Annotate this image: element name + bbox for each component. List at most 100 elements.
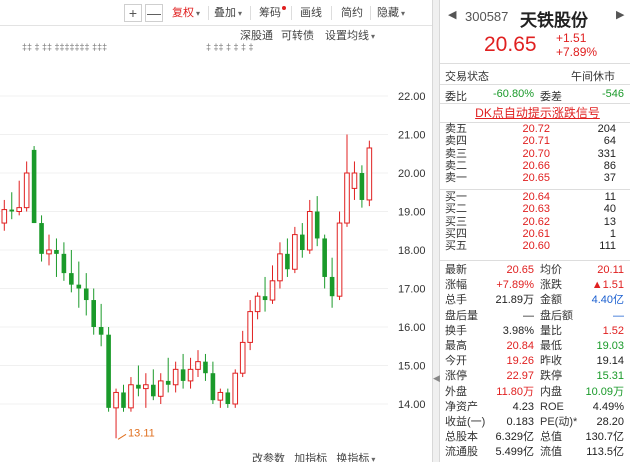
stat-value: 21.89万 <box>495 294 534 307</box>
candle-body <box>121 392 126 408</box>
candle <box>121 384 126 412</box>
candle-body <box>292 234 298 270</box>
level-label: 卖五 <box>445 123 467 135</box>
chips-button[interactable]: 筹码 <box>259 4 286 22</box>
candle-body <box>314 211 320 239</box>
bid-row[interactable]: 买三 20.62 13 <box>440 215 630 229</box>
candle <box>69 250 74 293</box>
ask-row[interactable]: 卖四 20.71 64 <box>440 136 630 148</box>
panel-splitter[interactable]: ◀ <box>432 0 440 462</box>
bid-row[interactable]: 买一 20.64 11 <box>440 191 630 204</box>
ask-row[interactable]: 卖一 20.65 37 <box>440 173 630 185</box>
candle-body <box>247 311 253 343</box>
ask-row[interactable]: 卖二 20.66 86 <box>440 160 630 173</box>
level-label: 卖四 <box>445 135 467 148</box>
stat-label: 换手 <box>445 324 467 337</box>
dk-signal-link[interactable]: DK点自动提示涨跌信号 <box>450 106 625 121</box>
draw-line-button[interactable]: 画线 <box>300 4 322 22</box>
candle-body <box>239 341 246 374</box>
candle-body <box>61 253 67 274</box>
candle <box>344 134 350 227</box>
switch-indicator-link[interactable]: 换指标 ▾ <box>336 453 375 462</box>
price-change: +1.51 <box>556 31 587 45</box>
add-indicator-link[interactable]: 加指标 <box>294 453 327 462</box>
ask-row[interactable]: 卖三 20.70 331 <box>440 147 630 161</box>
candle <box>285 238 290 277</box>
toolbar-divider <box>208 6 209 20</box>
ask-row[interactable]: 卖五 20.72 204 <box>440 123 630 136</box>
weicha-label: 委差 <box>540 91 562 103</box>
candle <box>262 276 268 312</box>
fuquan-dropdown[interactable]: 复权 ▾ <box>172 4 200 22</box>
overlay-dropdown[interactable]: 叠加 ▾ <box>214 4 242 22</box>
stat-value: 19.26 <box>506 355 534 368</box>
chevron-down-icon: ▾ <box>238 9 243 18</box>
stat-row: 盘后量 — 盘后额 — <box>440 309 630 324</box>
stat-label: 最低 <box>540 340 562 352</box>
price-change-block: +1.51 +7.89% <box>556 31 597 59</box>
zoom-out-button[interactable]: — <box>145 4 163 22</box>
switch-indicator-label: 换指标 <box>336 453 370 462</box>
candle <box>98 303 104 347</box>
stat-label: 涨停 <box>445 370 467 383</box>
toolbar-divider <box>291 6 292 20</box>
candlestick-chart[interactable]: ‡‡ ‡ ‡‡ ‡‡‡‡‡‡‡ ‡‡‡ ‡ ‡‡ ‡ ‡ ‡ ‡ 22.00 21… <box>0 26 432 450</box>
candle <box>151 369 156 401</box>
candle-body <box>329 276 335 297</box>
hide-dropdown[interactable]: 隐藏 ▾ <box>377 4 405 22</box>
stat-value: 5.499亿 <box>495 446 534 459</box>
level-label: 卖三 <box>445 147 467 160</box>
candle-body <box>203 361 208 374</box>
event-markers-right[interactable]: ‡ ‡‡ ‡ ‡ ‡ ‡ <box>206 42 254 52</box>
candle-body <box>31 149 37 224</box>
stat-label: 今开 <box>445 355 467 368</box>
candle <box>210 361 216 404</box>
y-tick-label: 22.00 <box>398 91 426 103</box>
level-volume: 13 <box>603 215 616 228</box>
candle <box>269 265 276 304</box>
stat-value: 130.7亿 <box>585 431 624 444</box>
candle-body <box>277 253 283 282</box>
stat-row: 总手 21.89万 金额 4.40亿 <box>440 293 630 308</box>
stat-value: ▲1.51 <box>591 279 624 292</box>
candle <box>128 377 134 412</box>
candle-body <box>269 280 276 301</box>
candle <box>16 180 22 216</box>
stat-value: 11.80万 <box>496 385 534 398</box>
level-label: 买三 <box>445 215 467 228</box>
stat-label: 最高 <box>445 340 467 352</box>
stat-row: 总股本 6.329亿 总值 130.7亿 <box>440 430 630 445</box>
stat-row: 换手 3.98% 量比 1.52 <box>440 324 630 339</box>
candle-body <box>16 207 22 212</box>
zoom-in-button[interactable]: + <box>124 4 142 22</box>
bid-row[interactable]: 买二 20.63 40 <box>440 204 630 216</box>
simple-mode-button[interactable]: 简约 <box>341 4 363 22</box>
level-volume: 204 <box>597 123 616 135</box>
candle <box>306 199 313 254</box>
candle <box>336 211 343 301</box>
next-stock-icon[interactable]: ▶ <box>616 8 624 21</box>
quote-panel: ◀ 300587 天铁股份 ▶ 20.65 +1.51 +7.89% 交易状态 … <box>440 0 630 462</box>
stat-value: 20.11 <box>597 264 624 276</box>
bid-row[interactable]: 买五 20.60 111 <box>440 241 630 253</box>
bid-row[interactable]: 买四 20.61 1 <box>440 227 630 241</box>
notification-dot-icon <box>282 6 286 10</box>
level-price: 20.61 <box>522 227 550 240</box>
level-price: 20.65 <box>522 172 550 185</box>
level-label: 买一 <box>445 191 467 203</box>
kline-chart-panel[interactable]: + — 复权 ▾ 叠加 ▾ 筹码 画线 简约 隐藏 ▾ 深股通 可转债 设置均线 ▾ ‡… <box>0 0 432 462</box>
collapse-arrow-icon[interactable]: ◀ <box>433 368 440 388</box>
candle <box>23 161 30 212</box>
candle-body <box>232 372 239 405</box>
stat-value: 22.97 <box>506 370 534 383</box>
edit-params-link[interactable]: 改参数 <box>252 453 285 462</box>
candle <box>351 161 358 200</box>
stat-row: 外盘 11.80万 内盘 10.09万 <box>440 385 630 400</box>
candle <box>83 273 89 316</box>
divider <box>440 103 630 104</box>
stat-row: 今开 19.26 昨收 19.14 <box>440 354 630 369</box>
chevron-down-icon: ▾ <box>401 9 406 18</box>
prev-stock-icon[interactable]: ◀ <box>448 8 456 21</box>
candle <box>277 242 283 289</box>
event-markers-left[interactable]: ‡‡ ‡ ‡‡ ‡‡‡‡‡‡‡ ‡‡‡ <box>22 42 107 52</box>
